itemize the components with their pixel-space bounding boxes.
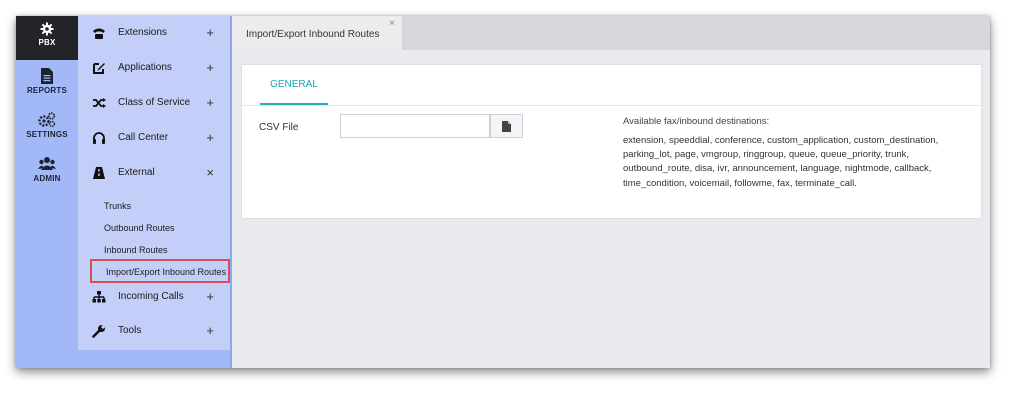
- wrench-icon: [92, 325, 105, 338]
- destinations-title: Available fax/inbound destinations:: [623, 116, 770, 127]
- submenu-item-inbound-routes[interactable]: Inbound Routes: [104, 245, 168, 255]
- submenu-item-outbound-routes[interactable]: Outbound Routes: [104, 223, 175, 233]
- road-icon: [93, 167, 105, 179]
- nav-pbx-label: PBX: [38, 38, 56, 47]
- nav-settings-label: SETTINGS: [26, 130, 68, 139]
- expand-icon[interactable]: +: [206, 323, 214, 338]
- menu-item-label: Call Center: [118, 132, 169, 143]
- menu-item-tools[interactable]: Tools +: [78, 316, 230, 346]
- users-icon: [38, 157, 56, 170]
- menu-item-incoming-calls[interactable]: Incoming Calls +: [78, 282, 230, 312]
- sidebar-divider: [230, 16, 232, 368]
- shuffle-icon: [93, 98, 106, 108]
- tab-general[interactable]: GENERAL: [260, 79, 328, 105]
- icon-sidebar: PBX REPORTS SETTINGS ADMIN: [16, 16, 78, 368]
- menu-item-class-of-service[interactable]: Class of Service +: [78, 88, 230, 118]
- sitemap-icon: [92, 291, 106, 303]
- tab-label: Import/Export Inbound Routes: [246, 29, 380, 40]
- csv-file-input[interactable]: [340, 114, 490, 138]
- headset-icon: [93, 132, 105, 144]
- content-card: GENERAL CSV File Available fax/inbound d…: [241, 64, 983, 219]
- nav-admin-label: ADMIN: [33, 174, 61, 183]
- expand-icon[interactable]: +: [206, 60, 214, 75]
- menu-item-call-center[interactable]: Call Center +: [78, 123, 230, 153]
- collapse-icon[interactable]: ×: [206, 165, 214, 180]
- cogs-icon: [38, 112, 56, 128]
- expand-icon[interactable]: +: [206, 25, 214, 40]
- nav-admin[interactable]: ADMIN: [16, 150, 78, 194]
- menu-item-label: Class of Service: [118, 97, 191, 108]
- nav-settings[interactable]: SETTINGS: [16, 106, 78, 150]
- card-divider: [242, 105, 983, 106]
- expand-icon[interactable]: +: [206, 289, 214, 304]
- destinations-list: extension, speeddial, conference, custom…: [623, 135, 939, 189]
- tab-import-export-inbound-routes[interactable]: Import/Export Inbound Routes ×: [232, 16, 402, 50]
- menu-footer-strip: [78, 350, 230, 368]
- document-icon: [41, 68, 53, 84]
- submenu-item-import-export-inbound-routes[interactable]: Import/Export Inbound Routes: [90, 259, 230, 283]
- phone-icon: [93, 28, 105, 39]
- pbx-menu: Extensions + Applications + Class of Ser…: [78, 16, 230, 350]
- file-icon: [502, 121, 511, 132]
- edit-icon: [93, 63, 105, 74]
- menu-item-extensions[interactable]: Extensions +: [78, 18, 230, 48]
- nav-reports[interactable]: REPORTS: [16, 62, 78, 106]
- expand-icon[interactable]: +: [206, 95, 214, 110]
- browse-file-button[interactable]: [490, 114, 523, 138]
- gear-icon: [40, 22, 54, 36]
- menu-item-label: Extensions: [118, 27, 167, 38]
- menu-item-label: External: [118, 167, 155, 178]
- tab-bar: Import/Export Inbound Routes ×: [232, 16, 990, 50]
- csv-file-label: CSV File: [259, 122, 299, 133]
- nav-reports-label: REPORTS: [26, 86, 68, 95]
- menu-item-label: Applications: [118, 62, 172, 73]
- nav-pbx[interactable]: PBX: [16, 16, 78, 60]
- menu-item-label: Incoming Calls: [118, 291, 184, 302]
- expand-icon[interactable]: +: [206, 130, 214, 145]
- submenu-item-trunks[interactable]: Trunks: [104, 201, 131, 211]
- menu-item-applications[interactable]: Applications +: [78, 53, 230, 83]
- close-icon[interactable]: ×: [389, 18, 395, 29]
- menu-item-external[interactable]: External ×: [78, 158, 230, 188]
- menu-item-label: Tools: [118, 325, 142, 336]
- app-window: PBX REPORTS SETTINGS ADMIN Extensions + …: [16, 16, 990, 368]
